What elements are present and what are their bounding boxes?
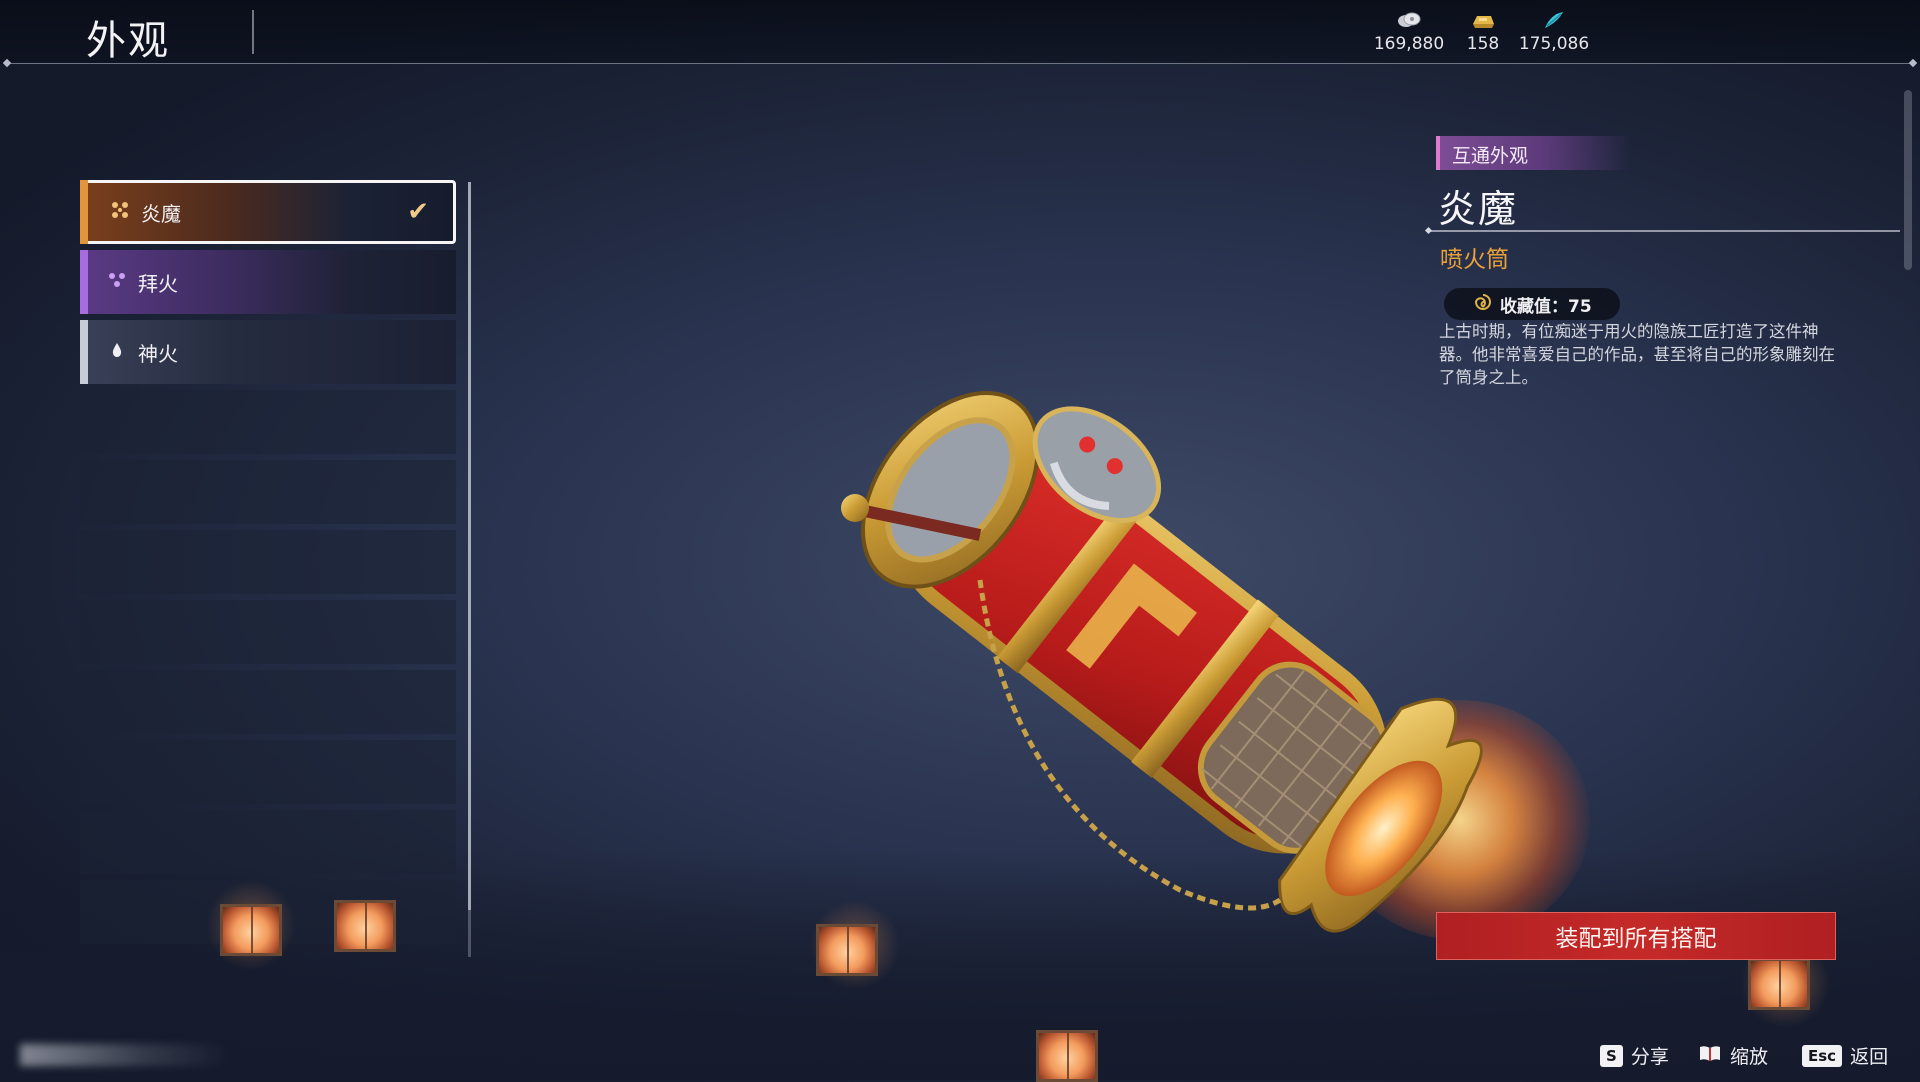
lantern xyxy=(816,924,878,976)
list-scrollbar-thumb[interactable] xyxy=(468,182,471,910)
drop-icon xyxy=(106,341,128,364)
rarity-bar xyxy=(80,250,88,314)
share-label: 分享 xyxy=(1630,1046,1669,1068)
currency-silver-value: 169,880 xyxy=(1373,34,1445,54)
title-divider xyxy=(252,10,254,54)
triple-petal-icon xyxy=(106,270,128,295)
skin-item-baihuo[interactable]: 拜火 xyxy=(80,250,456,314)
back-hint[interactable]: Esc 返回 xyxy=(1802,1042,1888,1069)
book-icon xyxy=(1698,1043,1722,1068)
skin-list: 炎魔 ✔ 拜火 神火 xyxy=(80,180,460,955)
title-underline xyxy=(1428,230,1900,232)
skin-item-yanmo[interactable]: 炎魔 ✔ xyxy=(80,180,456,244)
rarity-bar xyxy=(80,180,88,244)
empty-slot xyxy=(80,740,456,804)
currency-jade-value: 175,086 xyxy=(1518,34,1590,54)
skin-label: 神火 xyxy=(138,341,178,366)
page-title: 外观 xyxy=(86,18,170,64)
key-s: S xyxy=(1600,1044,1623,1067)
lantern xyxy=(334,900,396,952)
empty-slot xyxy=(80,460,456,524)
currency-silver: 169,880 xyxy=(1372,10,1446,54)
zoom-hint[interactable]: 缩放 xyxy=(1698,1042,1768,1069)
item-description: 上古时期，有位痴迷于用火的隐族工匠打造了这件神器。他非常喜爱自己的作品，甚至将自… xyxy=(1439,322,1835,387)
collect-value-badge: 收藏值：75 xyxy=(1444,288,1620,320)
skin-label: 炎魔 xyxy=(141,201,181,226)
checkmark-icon: ✔ xyxy=(407,197,429,227)
currency-gold-value: 158 xyxy=(1466,34,1500,54)
empty-slot xyxy=(80,390,456,454)
collection-swirl-icon xyxy=(1474,293,1492,316)
back-label: 返回 xyxy=(1850,1046,1889,1068)
currency-gold: 158 xyxy=(1462,10,1504,54)
gold-ingot-icon xyxy=(1462,10,1504,32)
empty-slot xyxy=(80,530,456,594)
lantern xyxy=(220,904,282,956)
crossplay-tag-label: 互通外观 xyxy=(1452,145,1529,167)
jade-feather-icon xyxy=(1518,10,1590,32)
key-esc: Esc xyxy=(1802,1044,1843,1067)
share-hint[interactable]: S 分享 xyxy=(1600,1042,1669,1069)
collect-value-text: 收藏值：75 xyxy=(1500,296,1592,317)
detail-scrollbar[interactable] xyxy=(1904,90,1912,270)
skin-item-shenhuo[interactable]: 神火 xyxy=(80,320,456,384)
flame-demon-icon xyxy=(109,200,131,225)
lantern xyxy=(1036,1030,1098,1082)
silver-coin-icon xyxy=(1372,10,1446,32)
empty-slot xyxy=(80,670,456,734)
zoom-label: 缩放 xyxy=(1730,1046,1769,1068)
crossplay-tag: 互通外观 xyxy=(1436,136,1630,170)
rarity-bar xyxy=(80,320,88,384)
player-id-blurred xyxy=(20,1044,230,1066)
top-bar: 外观 169,880 158 175,086 xyxy=(0,0,1920,64)
header-divider xyxy=(6,63,1914,64)
flamethrower-preview[interactable] xyxy=(780,330,1540,990)
lantern xyxy=(1748,958,1810,1010)
list-scrollbar[interactable] xyxy=(468,182,471,957)
equip-all-button[interactable]: 装配到所有搭配 xyxy=(1436,912,1836,960)
empty-slot xyxy=(80,600,456,664)
skin-label: 拜火 xyxy=(138,271,178,296)
empty-slot xyxy=(80,810,456,874)
item-name: 炎魔 xyxy=(1438,187,1519,231)
item-type: 喷火筒 xyxy=(1440,247,1509,273)
currency-jade: 175,086 xyxy=(1518,10,1590,54)
